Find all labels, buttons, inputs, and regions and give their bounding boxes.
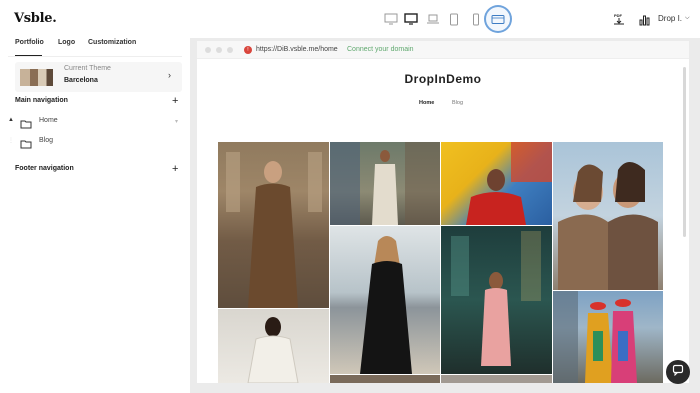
gallery-photo[interactable] — [553, 291, 663, 383]
chat-support-button[interactable] — [666, 360, 690, 384]
sidebar: Portfolio Logo Customization Current The… — [0, 38, 190, 393]
tab-divider — [8, 56, 182, 57]
nav-item-label: Home — [39, 117, 58, 124]
connect-domain-link[interactable]: Connect your domain — [347, 46, 414, 53]
folder-icon — [20, 116, 32, 134]
tab-customization[interactable]: Customization — [88, 39, 136, 46]
preview-scrollbar[interactable] — [683, 67, 686, 237]
nav-item-label: Blog — [39, 137, 54, 144]
tablet-icon[interactable] — [443, 8, 465, 30]
gallery-photo[interactable] — [330, 142, 440, 225]
gallery-photo[interactable] — [553, 142, 663, 290]
laptop-icon[interactable] — [422, 8, 444, 30]
chevron-down-icon[interactable]: ▾ — [175, 118, 178, 125]
site-preview: ! https://DiB.vsble.me/home Connect your… — [197, 41, 689, 383]
window-dot — [216, 47, 222, 53]
wide-screen-icon[interactable] — [486, 7, 510, 31]
user-name: Drop I. — [658, 14, 683, 23]
gallery-photo[interactable] — [441, 142, 552, 225]
current-theme-card[interactable]: Current Theme Barcelona › — [15, 62, 182, 92]
theme-thumbnail — [20, 69, 53, 86]
app-logo[interactable]: Vsble. — [14, 11, 57, 26]
tab-logo[interactable]: Logo — [58, 39, 75, 46]
site-title[interactable]: DropInDemo — [197, 72, 689, 86]
stats-icon[interactable] — [639, 13, 650, 31]
svg-text:PDF: PDF — [614, 13, 623, 18]
folder-icon — [20, 136, 32, 154]
mobile-icon[interactable] — [465, 8, 487, 30]
gallery-photo[interactable] — [218, 142, 329, 308]
site-status-icon: ! — [244, 46, 252, 54]
add-main-nav-button[interactable]: + — [172, 96, 178, 107]
main-navigation-title: Main navigation — [15, 97, 68, 104]
gallery-photo[interactable] — [218, 309, 329, 383]
window-dot — [227, 47, 233, 53]
preview-url[interactable]: https://DiB.vsble.me/home — [256, 46, 338, 53]
chevron-right-icon: › — [168, 70, 171, 80]
tab-portfolio[interactable]: Portfolio — [15, 39, 44, 46]
gallery-photo[interactable] — [441, 226, 552, 374]
home-icon: ▲ — [8, 117, 14, 123]
drag-handle-icon[interactable]: ⋮ — [8, 137, 14, 144]
chat-icon — [672, 363, 684, 381]
theme-label: Current Theme — [64, 65, 111, 72]
monitor-icon[interactable] — [380, 8, 402, 30]
gallery-photo[interactable] — [330, 375, 440, 383]
browser-chrome: ! https://DiB.vsble.me/home Connect your… — [197, 41, 689, 59]
chevron-down-icon: ⌵ — [685, 15, 690, 21]
active-tab-indicator — [15, 55, 42, 56]
window-dot — [205, 47, 211, 53]
site-nav-blog[interactable]: Blog — [452, 100, 463, 106]
site-nav-home[interactable]: Home — [419, 100, 434, 106]
nav-item-blog[interactable]: ⋮ Blog — [8, 135, 182, 149]
footer-navigation-title: Footer navigation — [15, 165, 74, 172]
add-footer-nav-button[interactable]: + — [172, 164, 178, 175]
gallery-photo[interactable] — [441, 375, 552, 383]
gallery-photo[interactable] — [330, 226, 440, 374]
nav-item-home[interactable]: ▲ Home ▾ — [8, 115, 182, 129]
top-bar: Vsble. PDF Drop I. ⌵ — [0, 0, 700, 38]
user-menu[interactable]: Drop I. ⌵ — [658, 14, 690, 23]
pdf-export-icon[interactable]: PDF — [613, 12, 625, 30]
theme-name: Barcelona — [64, 77, 98, 84]
desktop-icon[interactable] — [400, 8, 422, 30]
